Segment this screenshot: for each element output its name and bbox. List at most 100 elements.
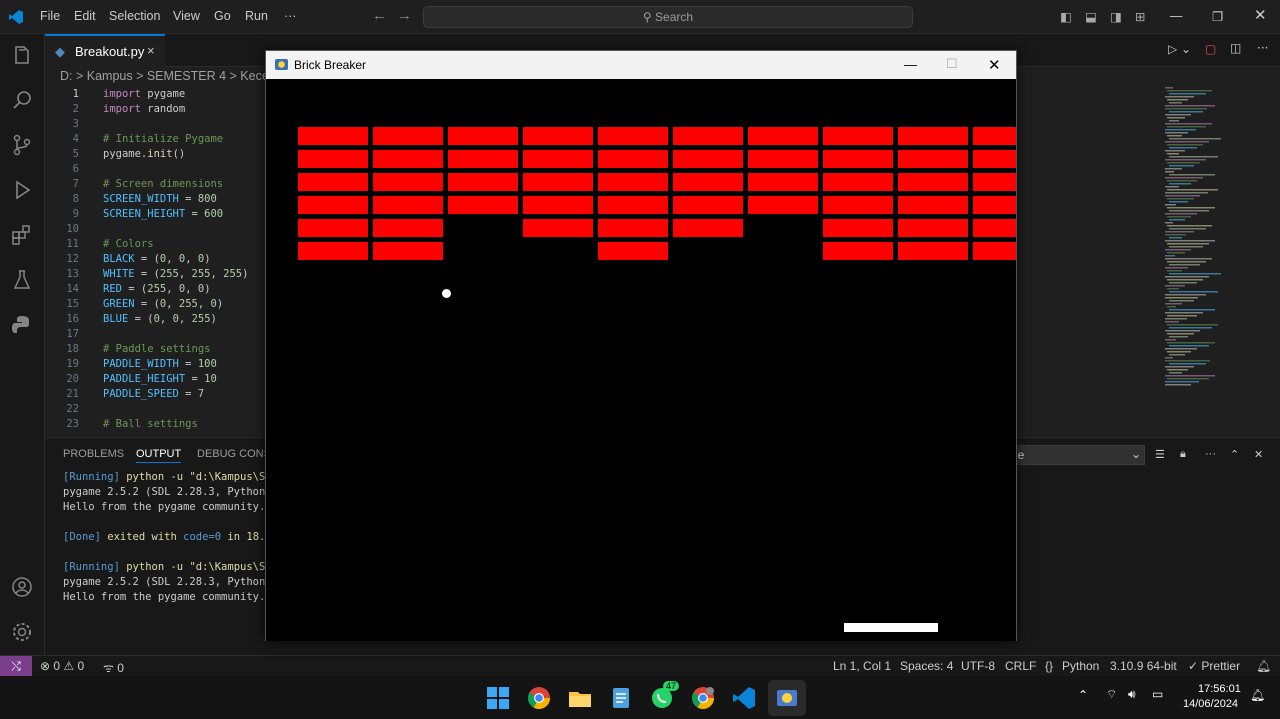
customize-layout-icon[interactable]: ⊞ [1135,9,1145,24]
prettier-formatter[interactable]: ✓ Prettier [1188,659,1240,673]
search-box[interactable]: ⚲ Search [423,6,913,28]
windows-start-icon[interactable] [485,685,511,711]
back-arrow-icon[interactable]: ← [372,7,387,24]
split-editor-icon[interactable]: ◫ [1230,41,1241,55]
menu-go[interactable]: Go [214,9,231,23]
python-interpreter[interactable]: 3.10.9 64-bit [1110,659,1177,673]
lock-scroll-icon[interactable]: 🔒︎ [1180,448,1186,461]
brick-breaker-window[interactable]: Brick Breaker — ☐ ✕ [265,50,1017,641]
pygame-taskbar-active[interactable] [768,680,806,716]
code-line[interactable]: WHITE = (255, 255, 255) [103,268,248,280]
clear-output-icon[interactable]: ☰ [1155,448,1165,461]
minimap[interactable] [1160,87,1280,435]
chrome-icon[interactable] [526,685,552,711]
encoding[interactable]: UTF-8 [961,659,995,673]
restore-icon[interactable]: ❐ [1212,9,1223,24]
menu-view[interactable]: View [173,9,200,23]
tab-close-icon[interactable]: × [147,43,155,58]
brick [673,196,743,214]
settings-gear-icon[interactable] [10,620,34,644]
chrome-profile-icon[interactable] [690,685,716,711]
run-file-icon[interactable]: ▷ ⌄ [1168,42,1191,56]
code-line[interactable]: # Ball settings [103,418,198,430]
game-canvas[interactable] [266,79,1016,641]
brick [523,196,593,214]
menu-run[interactable]: Run [245,9,268,23]
notifications-bell-icon[interactable]: 🔔︎ [1256,659,1271,673]
vscode-taskbar-icon[interactable] [731,685,757,711]
volume-icon[interactable]: 🔊︎ [1128,687,1136,702]
game-close-icon[interactable]: ✕ [988,56,1001,74]
code-line[interactable]: GREEN = (0, 255, 0) [103,298,223,310]
menu-file[interactable]: File [40,9,60,23]
output-line: pygame 2.5.2 (SDL 2.28.3, Python [63,576,266,588]
maximize-panel-icon[interactable]: ⌃ [1230,448,1239,461]
output-line: pygame 2.5.2 (SDL 2.28.3, Python [63,486,266,498]
tab-problems[interactable]: PROBLEMS [63,448,124,460]
code-line[interactable]: # Paddle settings [103,343,210,355]
code-line[interactable]: import random [103,103,185,115]
code-line[interactable]: # Colors [103,238,154,250]
problems-count[interactable]: ⊗ 0 ⚠ 0 [40,659,84,673]
indentation[interactable]: Spaces: 4 [900,659,953,673]
minimap-line [1169,201,1188,203]
battery-icon[interactable]: ▭ [1152,687,1163,701]
output-channel-select[interactable]: le ⌄ [1010,445,1145,465]
cursor-position[interactable]: Ln 1, Col 1 [833,659,891,673]
python-file-icon: ◆ [55,44,65,59]
tray-chevron-icon[interactable]: ⌃ [1078,688,1088,702]
ports-count[interactable]: ᯤ 0 [103,659,124,676]
code-line[interactable]: # Screen dimensions [103,178,223,190]
code-line[interactable]: # Initialize Pygame [103,133,223,145]
notepad-icon[interactable] [608,685,634,711]
clock-time[interactable]: 17:56:01 [1198,683,1241,695]
toggle-secondary-sidebar-icon[interactable]: ◨ [1110,9,1122,24]
code-line[interactable]: PADDLE_SPEED = 7 [103,388,204,400]
minimap-line [1167,324,1218,326]
code-line[interactable]: RED = (255, 0, 0) [103,283,211,295]
run-debug-icon[interactable] [10,178,34,202]
minimap-line [1165,267,1188,269]
code-line[interactable]: pygame.init() [103,148,185,160]
extensions-icon[interactable] [10,223,34,247]
tab-output[interactable]: OUTPUT [136,448,182,463]
close-panel-icon[interactable]: ✕ [1254,448,1263,461]
code-line[interactable]: BLACK = (0, 0, 0) [103,253,211,265]
line-number: 21 [66,388,79,400]
remote-indicator-icon[interactable]: ⤭ [0,656,32,677]
notification-icon[interactable]: 🔔︎ [1250,688,1265,702]
end-of-line[interactable]: CRLF [1005,659,1036,673]
source-control-icon[interactable] [10,133,34,157]
minimap-line [1165,348,1197,350]
ball [442,289,451,298]
code-line[interactable]: import pygame [103,88,185,100]
code-line[interactable]: SCREEN_HEIGHT = 600 [103,208,223,220]
account-icon[interactable] [10,575,34,599]
toggle-panel-icon[interactable]: ⬓ [1085,9,1097,24]
toggle-sidebar-icon[interactable]: ◧ [1060,9,1072,24]
explorer-icon[interactable] [10,44,34,68]
language-mode[interactable]: Python [1062,659,1099,673]
code-line[interactable]: SCREEN_WIDTH = 800 [103,193,217,205]
clock-date[interactable]: 14/06/2024 [1183,698,1238,710]
wifi-icon[interactable]: ⌔ [1106,687,1117,702]
game-minimize-icon[interactable]: — [904,57,917,72]
code-line[interactable]: PADDLE_WIDTH = 100 [103,358,217,370]
python-icon[interactable] [10,313,34,337]
minimize-icon[interactable]: — [1170,9,1183,23]
panel-more-icon[interactable]: ··· [1205,448,1216,460]
menu-selection[interactable]: Selection [109,9,160,23]
testing-icon[interactable] [10,268,34,292]
menu-more[interactable]: ··· [284,9,297,23]
menu-edit[interactable]: Edit [74,9,96,23]
code-line[interactable]: BLUE = (0, 0, 255) [103,313,217,325]
close-icon[interactable]: ✕ [1254,6,1267,24]
minimap-line [1167,153,1179,155]
search-sidebar-icon[interactable] [10,88,34,112]
forward-arrow-icon[interactable]: → [397,7,412,24]
file-explorer-icon[interactable] [567,685,593,711]
stop-icon[interactable]: ▢ [1205,42,1216,56]
tab-breakout-py[interactable]: ◆ Breakout.py × [45,34,165,67]
more-actions-icon[interactable]: ··· [1257,41,1268,55]
code-line[interactable]: PADDLE_HEIGHT = 10 [103,373,217,385]
